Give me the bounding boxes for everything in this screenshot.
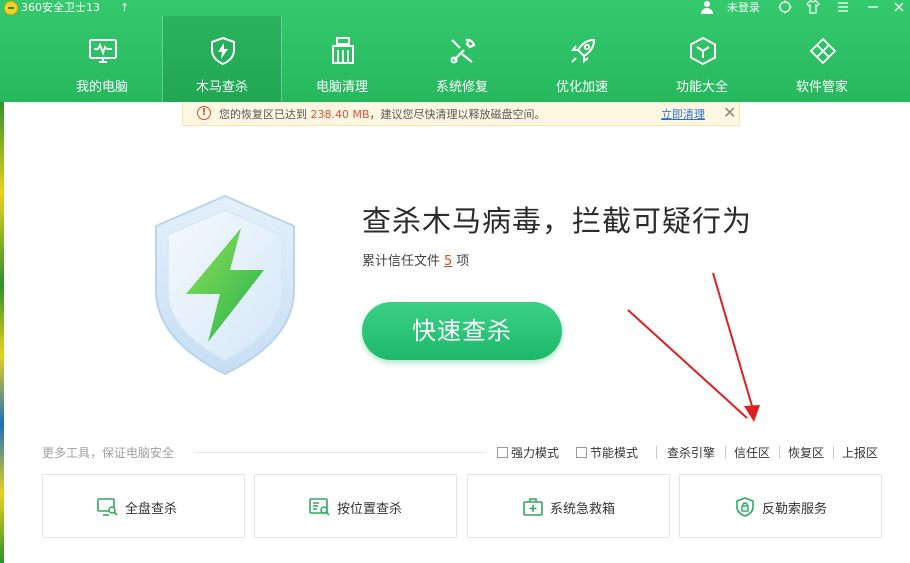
recovery-notice: ! 您的恢复区已达到 238.40 MB，建议您尽快清理以释放磁盘空间。 立即清… [182,102,740,126]
divider [656,446,657,459]
divider [779,446,780,459]
tool-label: 按位置查杀 [337,502,403,517]
monitor-pulse-icon [89,39,117,63]
arrow-head [744,405,760,422]
tool-label: 系统急救箱 [550,502,616,517]
ransomware-service-card[interactable]: 反勒索服务 [679,474,882,538]
nav-item-my-computer[interactable]: 我的电脑 [42,16,162,102]
location-scan-card[interactable]: 按位置查杀 [254,474,457,538]
notice-suffix: ，建议您尽快清理以释放磁盘空间。 [369,108,546,121]
shield-lock-icon [736,497,754,517]
folder-search-icon [309,498,330,516]
left-edge-strip [0,100,4,563]
full-scan-card[interactable]: 全盘查杀 [42,474,245,538]
nav-label: 我的电脑 [75,80,128,95]
header: 360安全卫士13 ↑ 未登录 我的电脑 木马查杀 电脑清理 系统修复 优化加速… [0,0,910,102]
notice-size: 238.40 MB [310,108,370,121]
tool-label: 反勒索服务 [762,502,828,517]
minimize-icon[interactable] [864,0,882,16]
energy-mode-checkbox[interactable]: 节能模式 [576,444,638,461]
up-arrow-icon[interactable]: ↑ [120,0,129,16]
nav-item-optimize[interactable]: 优化加速 [522,16,642,102]
checkbox-box[interactable] [576,447,587,458]
scan-engine-link[interactable]: 查杀引擎 [667,444,715,461]
trusted-count-link[interactable]: 5 [444,254,452,269]
notice-text: 您的恢复区已达到 238.40 MB，建议您尽快清理以释放磁盘空间。 [219,106,546,122]
nav-item-cleanup[interactable]: 电脑清理 [282,16,402,102]
nav-label: 木马查杀 [195,80,248,95]
checkbox-box[interactable] [497,447,508,458]
clean-now-link[interactable]: 立即清理 [661,106,705,122]
report-zone-link[interactable]: 上报区 [842,444,878,461]
tool-label: 全盘查杀 [125,502,178,517]
option-label: 强力模式 [511,446,560,460]
nav-label: 系统修复 [435,80,488,95]
nav-label: 电脑清理 [315,80,368,95]
nav-item-software-manager[interactable]: 软件管家 [762,16,882,102]
notice-prefix: 您的恢复区已达到 [219,108,311,121]
first-aid-kit-icon [523,498,543,516]
shield-illustration [155,194,295,376]
app-logo [4,1,18,15]
apps-icon [809,37,837,65]
nav-item-features[interactable]: 功能大全 [642,16,762,102]
shirt-icon[interactable] [804,0,822,16]
broom-icon [332,37,354,64]
cube-icon [690,36,716,66]
wrench-icon [450,38,476,64]
app-title: 360安全卫士13 [21,1,100,14]
recovery-zone-link[interactable]: 恢复区 [788,444,824,461]
title-bar: 360安全卫士13 ↑ 未登录 [0,0,910,16]
trusted-files-summary: 累计信任文件 5 项 [362,250,469,269]
divider [833,446,834,459]
close-icon[interactable] [890,0,908,16]
quick-scan-button[interactable]: 快速查杀 [362,302,562,360]
nav-item-system-repair[interactable]: 系统修复 [402,16,522,102]
page-headline: 查杀木马病毒，拦截可疑行为 [362,204,753,238]
app-window: 360安全卫士13 ↑ 未登录 我的电脑 木马查杀 电脑清理 系统修复 优化加速… [0,0,910,563]
arrow-line [712,272,753,407]
monitor-search-icon [97,498,118,516]
main-nav: 我的电脑 木马查杀 电脑清理 系统修复 优化加速 功能大全 软件管家 [42,16,882,102]
nav-label: 优化加速 [555,80,608,95]
nav-item-trojan-scan[interactable]: 木马查杀 [162,16,282,102]
tools-divider [196,452,484,453]
tools-caption: 更多工具，保证电脑安全 [42,446,175,460]
trusted-prefix: 累计信任文件 [362,254,441,269]
nav-label: 软件管家 [795,80,848,95]
login-link[interactable]: 未登录 [727,0,760,16]
trusted-suffix: 项 [456,254,470,269]
notice-close-icon[interactable]: ✕ [723,103,736,123]
power-mode-checkbox[interactable]: 强力模式 [497,444,559,461]
menu-icon[interactable] [834,0,852,16]
shield-bolt-icon [211,36,235,66]
rocket-icon [571,38,596,63]
user-avatar-icon[interactable] [700,1,714,15]
nav-label: 功能大全 [675,80,728,95]
trust-zone-link[interactable]: 信任区 [734,444,770,461]
skin-icon[interactable] [776,0,794,16]
first-aid-card[interactable]: 系统急救箱 [467,474,670,538]
warning-icon: ! [197,106,211,120]
option-label: 节能模式 [590,446,639,460]
divider [725,446,726,459]
arrow-line [627,309,748,419]
